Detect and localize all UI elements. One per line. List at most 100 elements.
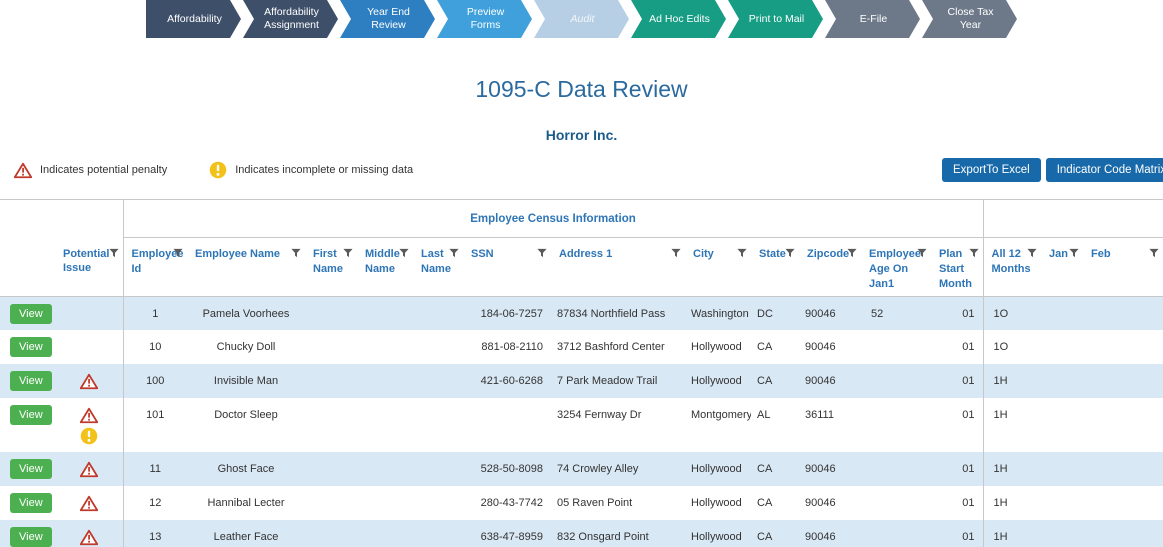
penalty-warning-icon: [14, 162, 32, 179]
filter-funnel-icon[interactable]: [671, 248, 681, 258]
header-first-name[interactable]: First Name: [305, 238, 357, 297]
header-middle-name[interactable]: Middle Name: [357, 238, 413, 297]
cell-employee-id: 100: [123, 364, 187, 398]
column-header-label: Last Name: [421, 248, 451, 275]
group-header-left: [0, 200, 123, 238]
stepper-step[interactable]: Audit: [534, 0, 629, 38]
stepper-step[interactable]: E-File: [825, 0, 920, 38]
indicator-code-matrix-button[interactable]: Indicator Code Matrix: [1046, 158, 1163, 182]
cell-zipcode: 90046: [799, 364, 861, 398]
cell-last-name: [413, 520, 463, 547]
header-address1[interactable]: Address 1: [551, 238, 685, 297]
header-all-12-months[interactable]: All 12 Months: [983, 238, 1041, 297]
table-body: View1Pamela Voorhees184-06-725787834 Nor…: [0, 296, 1163, 547]
employee-census-table: Employee Census Information Potential Is…: [0, 199, 1163, 547]
stepper-step[interactable]: Close Tax Year: [922, 0, 1017, 38]
cell-city: Hollywood: [685, 520, 751, 547]
cell-all-12-months: 1O: [983, 330, 1041, 364]
filter-funnel-icon[interactable]: [449, 248, 459, 258]
penalty-warning-icon: [61, 373, 117, 390]
stepper-step[interactable]: Print to Mail: [728, 0, 823, 38]
filter-funnel-icon[interactable]: [109, 248, 119, 258]
column-header-label: Feb: [1091, 248, 1111, 260]
column-header-label: Plan Start Month: [939, 248, 972, 290]
cell-potential-issue: [55, 364, 123, 398]
view-button[interactable]: View: [10, 493, 52, 513]
stepper-step-label: Year End Review: [355, 6, 422, 31]
cell-feb: [1083, 486, 1163, 520]
cell-feb: [1083, 520, 1163, 547]
filter-funnel-icon[interactable]: [847, 248, 857, 258]
filter-funnel-icon[interactable]: [737, 248, 747, 258]
view-button[interactable]: View: [10, 304, 52, 324]
penalty-warning-icon: [61, 495, 117, 512]
cell-middle-name: [357, 296, 413, 330]
cell-employee-name: Leather Face: [187, 520, 305, 547]
stepper-step[interactable]: Year End Review: [340, 0, 435, 38]
header-jan[interactable]: Jan: [1041, 238, 1083, 297]
header-employee-id[interactable]: Employee Id: [123, 238, 187, 297]
cell-feb: [1083, 330, 1163, 364]
stepper-step-label: Affordability: [167, 13, 222, 26]
header-feb[interactable]: Feb: [1083, 238, 1163, 297]
filter-funnel-icon[interactable]: [537, 248, 547, 258]
filter-funnel-icon[interactable]: [173, 248, 183, 258]
cell-plan-start-month: 01: [931, 330, 983, 364]
table-row: View 12Hannibal Lecter280-43-774205 Rave…: [0, 486, 1163, 520]
header-plan-start-month[interactable]: Plan Start Month: [931, 238, 983, 297]
view-button[interactable]: View: [10, 527, 52, 547]
header-zipcode[interactable]: Zipcode: [799, 238, 861, 297]
filter-funnel-icon[interactable]: [399, 248, 409, 258]
filter-funnel-icon[interactable]: [1069, 248, 1079, 258]
cell-jan: [1041, 364, 1083, 398]
cell-employee-name: Invisible Man: [187, 364, 305, 398]
cell-ssn: 528-50-8098: [463, 452, 551, 486]
header-last-name[interactable]: Last Name: [413, 238, 463, 297]
filter-funnel-icon[interactable]: [785, 248, 795, 258]
filter-funnel-icon[interactable]: [291, 248, 301, 258]
cell-jan: [1041, 296, 1083, 330]
table-row: View 11Ghost Face528-50-809874 Crowley A…: [0, 452, 1163, 486]
cell-first-name: [305, 364, 357, 398]
cell-employee-name: Ghost Face: [187, 452, 305, 486]
header-employee-name[interactable]: Employee Name: [187, 238, 305, 297]
cell-zipcode: 90046: [799, 330, 861, 364]
cell-employee-name: Doctor Sleep: [187, 398, 305, 452]
stepper-step-label: Affordability Assignment: [258, 6, 325, 31]
cell-last-name: [413, 296, 463, 330]
stepper-step[interactable]: Preview Forms: [437, 0, 532, 38]
stepper-step[interactable]: Affordability: [146, 0, 241, 38]
view-button[interactable]: View: [10, 371, 52, 391]
header-state[interactable]: State: [751, 238, 799, 297]
filter-funnel-icon[interactable]: [969, 248, 979, 258]
view-button[interactable]: View: [10, 459, 52, 479]
cell-first-name: [305, 296, 357, 330]
header-age-on-jan1[interactable]: Employee Age On Jan1: [861, 238, 931, 297]
stepper-step[interactable]: Ad Hoc Edits: [631, 0, 726, 38]
cell-employee-name: Hannibal Lecter: [187, 486, 305, 520]
stepper-step[interactable]: Affordability Assignment: [243, 0, 338, 38]
header-ssn[interactable]: SSN: [463, 238, 551, 297]
view-button[interactable]: View: [10, 405, 52, 425]
filter-funnel-icon[interactable]: [917, 248, 927, 258]
cell-all-12-months: 1O: [983, 296, 1041, 330]
cell-address1: 7 Park Meadow Trail: [551, 364, 685, 398]
filter-funnel-icon[interactable]: [1149, 248, 1159, 258]
cell-first-name: [305, 520, 357, 547]
data-review-page: Affordability Affordability Assignment Y…: [0, 0, 1163, 547]
cell-city: Montgomery: [685, 398, 751, 452]
cell-zipcode: 90046: [799, 452, 861, 486]
export-to-excel-button[interactable]: ExportTo Excel: [942, 158, 1041, 182]
header-issue[interactable]: Potential Issue: [55, 238, 123, 297]
cell-last-name: [413, 486, 463, 520]
cell-potential-issue: [55, 520, 123, 547]
filter-funnel-icon[interactable]: [1027, 248, 1037, 258]
header-city[interactable]: City: [685, 238, 751, 297]
penalty-warning-icon: [61, 461, 117, 478]
cell-age-on-jan1: [861, 364, 931, 398]
cell-potential-issue: [55, 486, 123, 520]
filter-funnel-icon[interactable]: [343, 248, 353, 258]
cell-jan: [1041, 452, 1083, 486]
view-button[interactable]: View: [10, 337, 52, 357]
cell-middle-name: [357, 364, 413, 398]
